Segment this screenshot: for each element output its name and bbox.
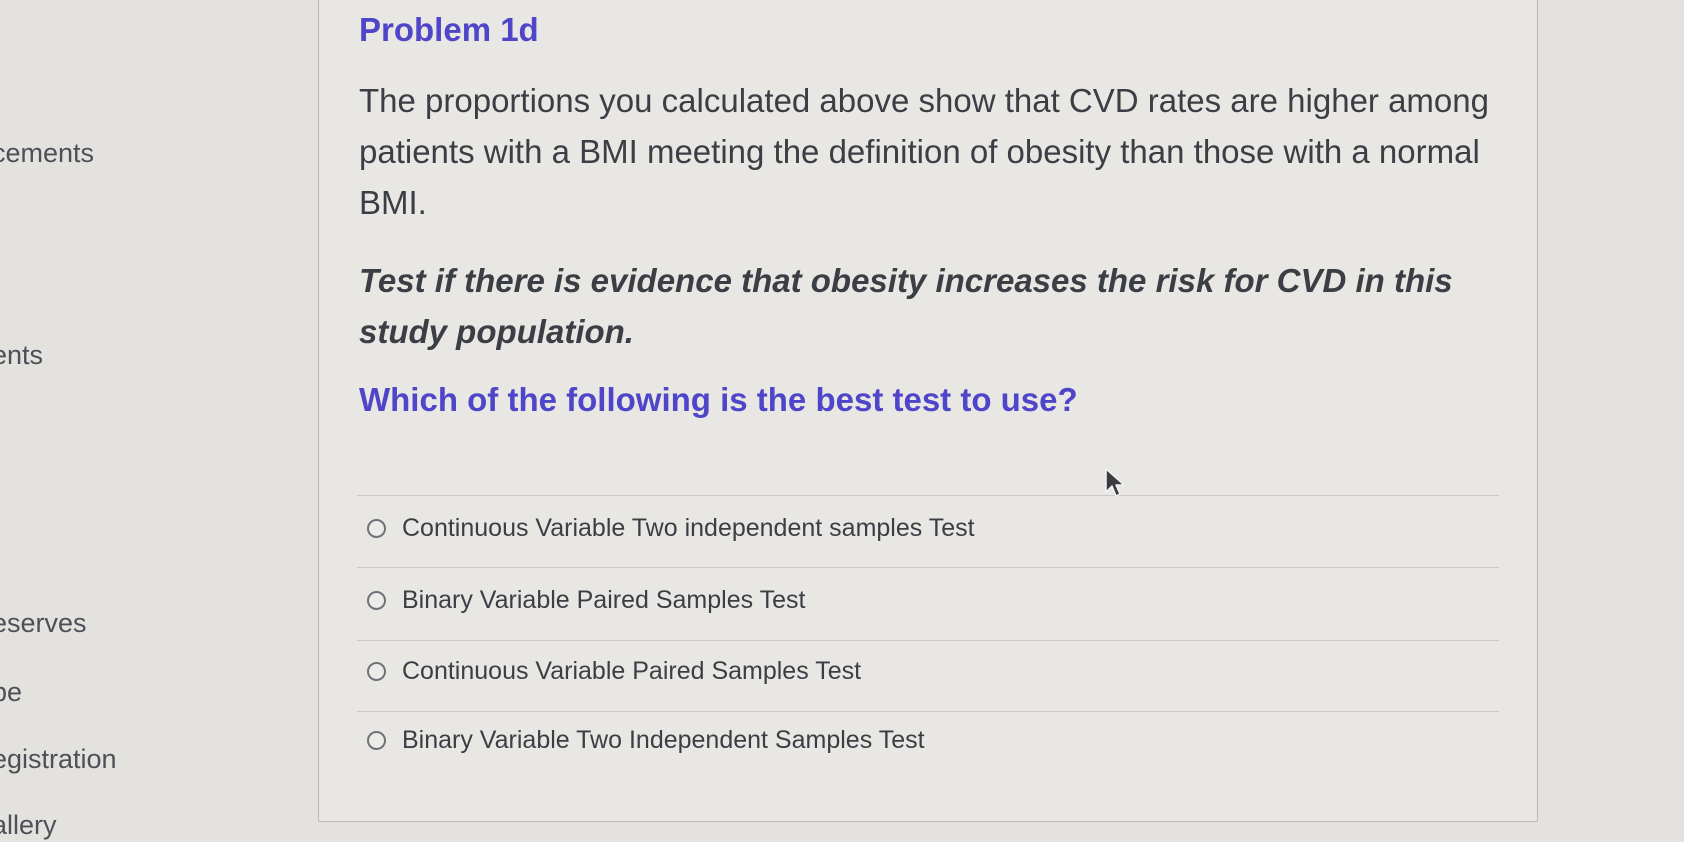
sidebar-item-reserves[interactable]: eserves: [0, 608, 87, 639]
sidebar-item-assignments[interactable]: ents: [0, 340, 43, 371]
sidebar-item-gallery[interactable]: allery: [0, 810, 57, 841]
problem-instruction: Test if there is evidence that obesity i…: [359, 262, 1453, 350]
mouse-pointer-icon: [1105, 468, 1125, 497]
radio-unchecked-icon[interactable]: [367, 661, 386, 681]
answer-option[interactable]: Continuous Variable Paired Samples Test: [367, 651, 861, 691]
problem-title: Problem 1d: [359, 11, 539, 48]
radio-unchecked-icon[interactable]: [367, 590, 386, 610]
course-navigation-sidebar: cements ents eserves pe egistration alle…: [0, 0, 300, 842]
answer-option[interactable]: Continuous Variable Two independent samp…: [367, 508, 975, 548]
answer-option-label: Binary Variable Paired Samples Test: [402, 585, 806, 614]
divider: [357, 567, 1499, 568]
quiz-question-panel: Problem 1d The proportions you calculate…: [318, 0, 1538, 822]
sidebar-item-registration[interactable]: egistration: [0, 744, 117, 775]
question-prompt: Which of the following is the best test …: [359, 381, 1078, 418]
radio-unchecked-icon[interactable]: [367, 730, 386, 750]
answer-option-label: Binary Variable Two Independent Samples …: [402, 725, 925, 754]
sidebar-item-announcements[interactable]: cements: [0, 138, 94, 169]
divider: [357, 640, 1499, 641]
radio-unchecked-icon[interactable]: [367, 518, 386, 538]
answer-option-label: Continuous Variable Two independent samp…: [402, 513, 975, 542]
answer-option[interactable]: Binary Variable Two Independent Samples …: [367, 720, 925, 760]
divider: [357, 495, 1499, 496]
divider: [357, 711, 1499, 712]
sidebar-item-scope[interactable]: pe: [0, 677, 22, 708]
answer-option-label: Continuous Variable Paired Samples Test: [402, 656, 862, 685]
answer-option[interactable]: Binary Variable Paired Samples Test: [367, 580, 805, 620]
problem-description: The proportions you calculated above sho…: [359, 82, 1489, 221]
